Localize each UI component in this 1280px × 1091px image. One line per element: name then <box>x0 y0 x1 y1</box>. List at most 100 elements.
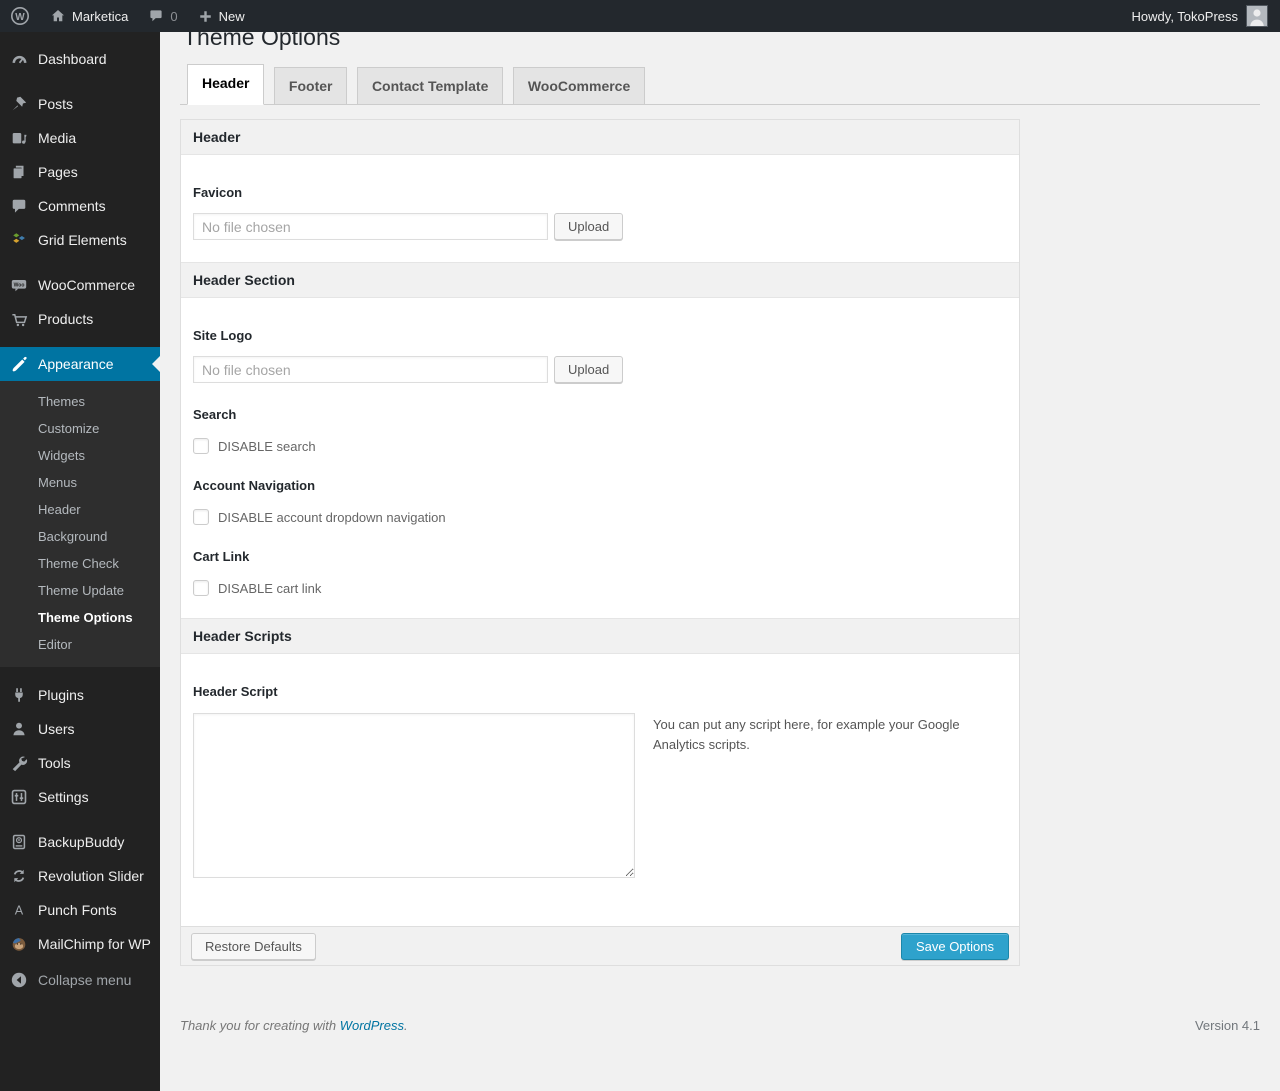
section-header-header: Header <box>181 120 1019 156</box>
submenu-item-themes[interactable]: Themes <box>0 388 160 415</box>
site-name-menu[interactable]: Marketica <box>40 0 138 32</box>
admin-sidebar: Dashboard Posts Media Pages Comments Gri… <box>0 32 160 1091</box>
submenu-item-theme-update[interactable]: Theme Update <box>0 577 160 604</box>
sidebar-label: Punch Fonts <box>38 902 117 918</box>
section-body-header-section: Site Logo Upload Search DISABLE search A… <box>181 298 1019 619</box>
new-menu[interactable]: New <box>188 0 255 32</box>
site-logo-upload-button[interactable]: Upload <box>554 356 624 384</box>
disable-cart-checkbox[interactable] <box>193 580 209 597</box>
submenu-item-editor[interactable]: Editor <box>0 631 160 658</box>
woocommerce-icon: Woo <box>8 275 30 295</box>
admin-footer: Thank you for creating with WordPress. V… <box>180 1018 1260 1033</box>
sidebar-item-revolution-slider[interactable]: Revolution Slider <box>0 859 160 893</box>
sidebar-item-dashboard[interactable]: Dashboard <box>0 42 160 76</box>
section-body-header-scripts: Header Script You can put any script her… <box>181 654 1019 927</box>
sidebar-item-posts[interactable]: Posts <box>0 87 160 121</box>
sidebar-item-comments[interactable]: Comments <box>0 189 160 223</box>
sidebar-item-appearance[interactable]: Appearance <box>0 347 160 381</box>
footer-version-text: Version 4.1 <box>1194 1018 1260 1034</box>
tab-contact-template[interactable]: Contact Template <box>356 66 504 106</box>
disable-cart-row: DISABLE cart link <box>193 580 1007 597</box>
submenu-item-theme-check[interactable]: Theme Check <box>0 550 160 577</box>
mailchimp-monkey-icon <box>8 934 30 954</box>
sidebar-item-products[interactable]: Products <box>0 302 160 336</box>
sidebar-separator <box>0 814 160 825</box>
plus-icon <box>199 10 211 22</box>
pages-icon <box>8 162 30 182</box>
collapse-menu-button[interactable]: Collapse menu <box>0 963 160 997</box>
sidebar-item-pages[interactable]: Pages <box>0 155 160 189</box>
submenu-item-background[interactable]: Background <box>0 523 160 550</box>
footer-thanks-text: Thank you for creating with WordPress. <box>180 1018 408 1033</box>
header-script-label: Header Script <box>193 684 278 700</box>
sidebar-item-grid-elements[interactable]: Grid Elements <box>0 223 160 257</box>
site-logo-label: Site Logo <box>193 328 253 344</box>
sidebar-label: Revolution Slider <box>38 868 144 884</box>
sidebar-item-woocommerce[interactable]: Woo WooCommerce <box>0 268 160 302</box>
sidebar-item-punch-fonts[interactable]: A Punch Fonts <box>0 893 160 927</box>
sidebar-item-settings[interactable]: Settings <box>0 780 160 814</box>
backup-drive-icon <box>8 832 30 852</box>
collapse-label: Collapse menu <box>38 972 132 988</box>
disable-search-checkbox[interactable] <box>193 438 209 455</box>
submenu-item-header[interactable]: Header <box>0 496 160 523</box>
tab-header[interactable]: Header <box>187 63 265 106</box>
posts-pin-icon <box>8 94 30 114</box>
sidebar-item-tools[interactable]: Tools <box>0 746 160 780</box>
favicon-label: Favicon <box>193 185 243 201</box>
sidebar-label: Posts <box>38 96 74 112</box>
sidebar-separator <box>0 76 160 87</box>
sidebar-separator <box>0 667 160 678</box>
avatar <box>1246 5 1268 27</box>
svg-text:A: A <box>15 904 24 918</box>
wordpress-logo-menu[interactable]: W <box>0 0 40 32</box>
sidebar-item-media[interactable]: Media <box>0 121 160 155</box>
sidebar-label: Products <box>38 311 94 327</box>
footer-thanks-prefix: Thank you for creating with <box>180 1018 340 1034</box>
site-name: Marketica <box>72 8 129 24</box>
account-menu[interactable]: Howdy, TokoPress <box>1120 0 1280 32</box>
cart-icon <box>8 309 30 329</box>
sidebar-item-backupbuddy[interactable]: BackupBuddy <box>0 825 160 859</box>
howdy-text: Howdy, TokoPress <box>1131 8 1238 24</box>
sidebar-label: Comments <box>38 198 106 214</box>
wordpress-link[interactable]: WordPress <box>340 1018 404 1033</box>
section-header-header-scripts: Header Scripts <box>181 618 1019 655</box>
sidebar-item-users[interactable]: Users <box>0 712 160 746</box>
submenu-item-widgets[interactable]: Widgets <box>0 442 160 469</box>
restore-defaults-button[interactable]: Restore Defaults <box>191 932 316 960</box>
sidebar-item-plugins[interactable]: Plugins <box>0 678 160 712</box>
comments-menu[interactable]: 0 <box>138 0 187 32</box>
main-content: Theme Options Header Footer Contact Temp… <box>160 0 1280 1033</box>
submenu-item-customize[interactable]: Customize <box>0 415 160 442</box>
new-label: New <box>218 8 245 24</box>
tab-woocommerce[interactable]: WooCommerce <box>512 66 646 106</box>
tab-bar: Header Footer Contact Template WooCommer… <box>180 63 1260 106</box>
comment-bubble-icon <box>150 10 162 22</box>
favicon-file-input[interactable] <box>193 213 548 241</box>
grid-elements-icon <box>8 230 30 250</box>
wrench-icon <box>8 753 30 773</box>
submenu-item-theme-options[interactable]: Theme Options <box>0 604 160 631</box>
sidebar-separator <box>0 336 160 347</box>
header-script-textarea[interactable] <box>193 713 635 879</box>
panel-footer: Restore Defaults Save Options <box>181 926 1019 966</box>
save-options-button[interactable]: Save Options <box>900 932 1009 960</box>
footer-thanks-suffix: . <box>404 1018 408 1034</box>
site-logo-file-row: Upload <box>193 356 1007 384</box>
sidebar-label: Grid Elements <box>38 232 127 248</box>
submenu-item-menus[interactable]: Menus <box>0 469 160 496</box>
user-icon <box>8 719 30 739</box>
appearance-submenu: Themes Customize Widgets Menus Header Ba… <box>0 381 160 667</box>
sidebar-label: Tools <box>38 755 71 771</box>
sidebar-label: Media <box>38 130 77 146</box>
comments-count: 0 <box>170 8 178 24</box>
site-logo-file-input[interactable] <box>193 356 548 384</box>
favicon-upload-button[interactable]: Upload <box>554 213 624 241</box>
disable-search-row: DISABLE search <box>193 438 1007 455</box>
disable-account-checkbox[interactable] <box>193 509 209 526</box>
tab-footer[interactable]: Footer <box>273 66 348 106</box>
comments-icon <box>8 196 30 216</box>
sidebar-item-mailchimp[interactable]: MailChimp for WP <box>0 927 160 961</box>
disable-cart-text: DISABLE cart link <box>218 580 322 596</box>
